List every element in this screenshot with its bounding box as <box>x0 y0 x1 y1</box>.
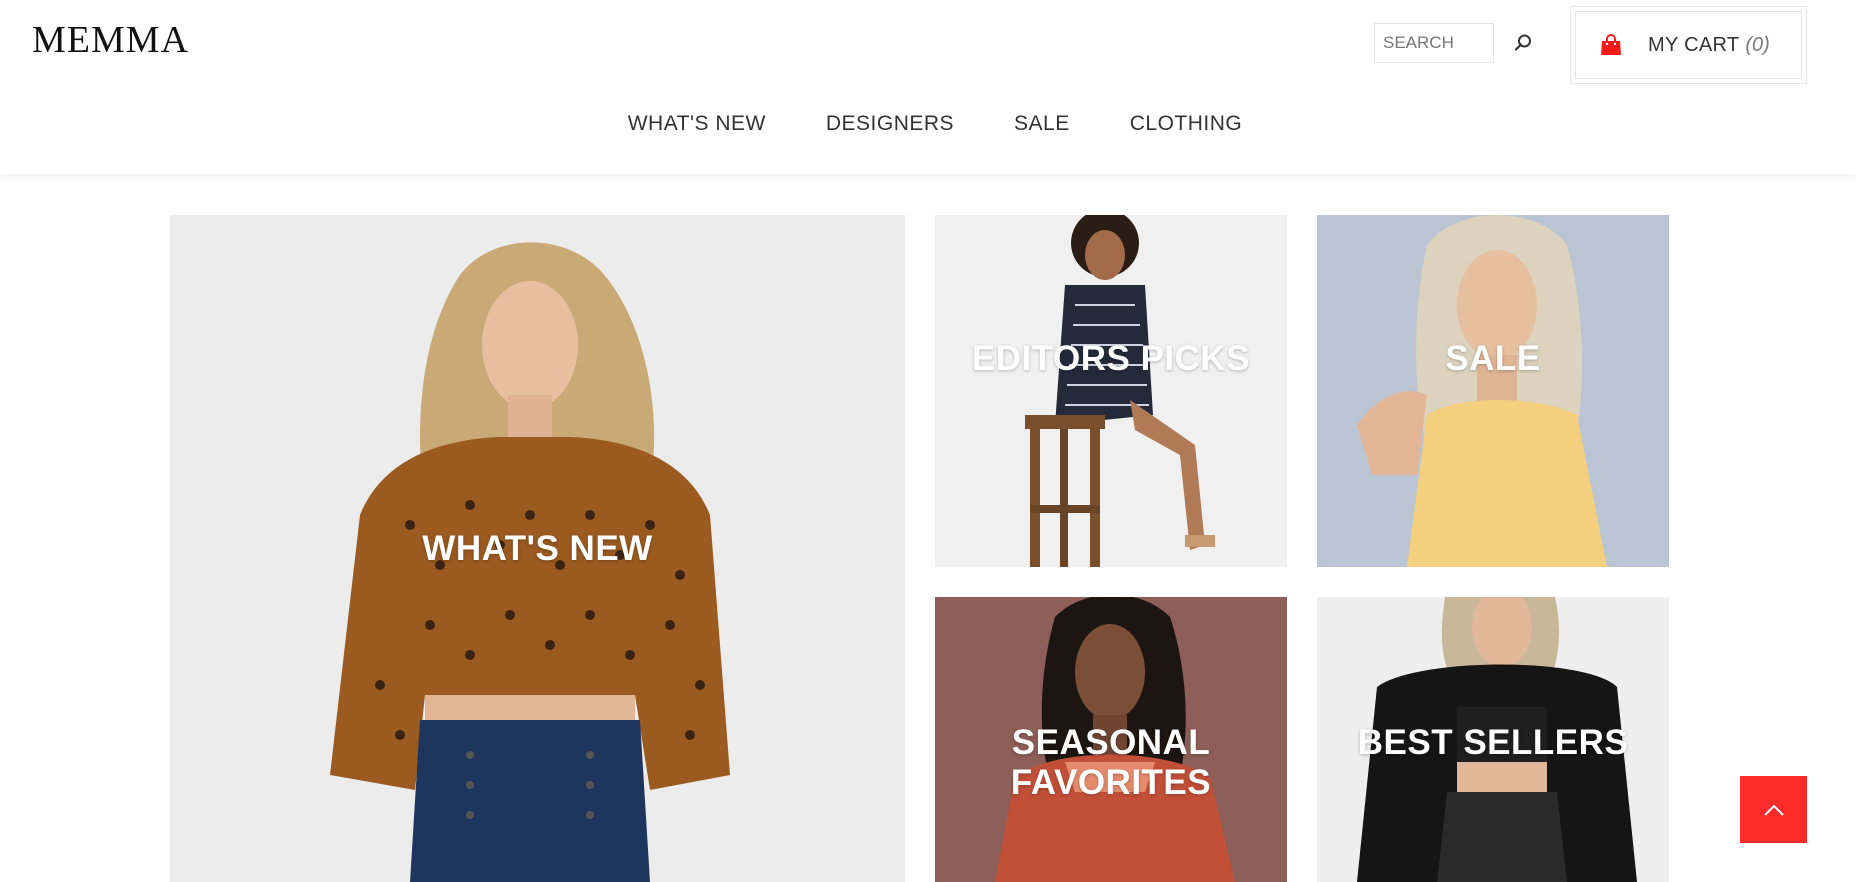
cart-label: MY CART <box>1648 33 1740 56</box>
tile-best-sellers[interactable]: BEST SELLERS <box>1317 597 1669 882</box>
tile-editors-picks[interactable]: EDITORS PICKS <box>935 215 1287 567</box>
cart-inner: MY CART (0) <box>1575 11 1802 79</box>
cart-count: (0) <box>1745 33 1770 56</box>
sale-image <box>1317 215 1669 567</box>
search-input[interactable] <box>1374 23 1494 63</box>
nav-item-clothing[interactable]: CLOTHING <box>1130 112 1243 136</box>
cart-button[interactable]: MY CART (0) <box>1570 6 1807 84</box>
tile-seasonal-favorites[interactable]: SEASONAL FAVORITES <box>935 597 1287 882</box>
scroll-to-top-button[interactable] <box>1740 776 1807 843</box>
main-nav: WHAT'S NEW DESIGNERS SALE CLOTHING <box>0 112 1856 136</box>
shopping-bag-icon <box>1600 32 1624 58</box>
search-icon <box>1514 34 1531 51</box>
site-header: MEMMA MY CART (0) WHAT'S NEW DESIGNERS S… <box>0 0 1856 174</box>
tile-title-editors-picks: EDITORS PICKS <box>971 339 1251 378</box>
chevron-up-icon <box>1763 804 1784 816</box>
tile-whats-new[interactable]: WHAT'S NEW <box>170 215 905 882</box>
editors-picks-image <box>935 215 1287 567</box>
tile-sale[interactable]: SALE <box>1317 215 1669 567</box>
tile-title-best-sellers: BEST SELLERS <box>1357 723 1629 762</box>
tile-title-seasonal-line2: FAVORITES <box>1010 763 1212 802</box>
search-button[interactable] <box>1508 28 1538 58</box>
tile-title-seasonal-favorites: SEASONAL FAVORITES <box>935 723 1287 803</box>
tile-title-sale: SALE <box>1445 339 1541 378</box>
site-logo[interactable]: MEMMA <box>32 18 189 62</box>
nav-item-whats-new[interactable]: WHAT'S NEW <box>628 112 766 136</box>
tile-title-seasonal-line1: SEASONAL <box>1011 723 1211 762</box>
nav-item-designers[interactable]: DESIGNERS <box>826 112 954 136</box>
tile-title-whats-new: WHAT'S NEW <box>422 529 653 568</box>
nav-item-sale[interactable]: SALE <box>1014 112 1070 136</box>
